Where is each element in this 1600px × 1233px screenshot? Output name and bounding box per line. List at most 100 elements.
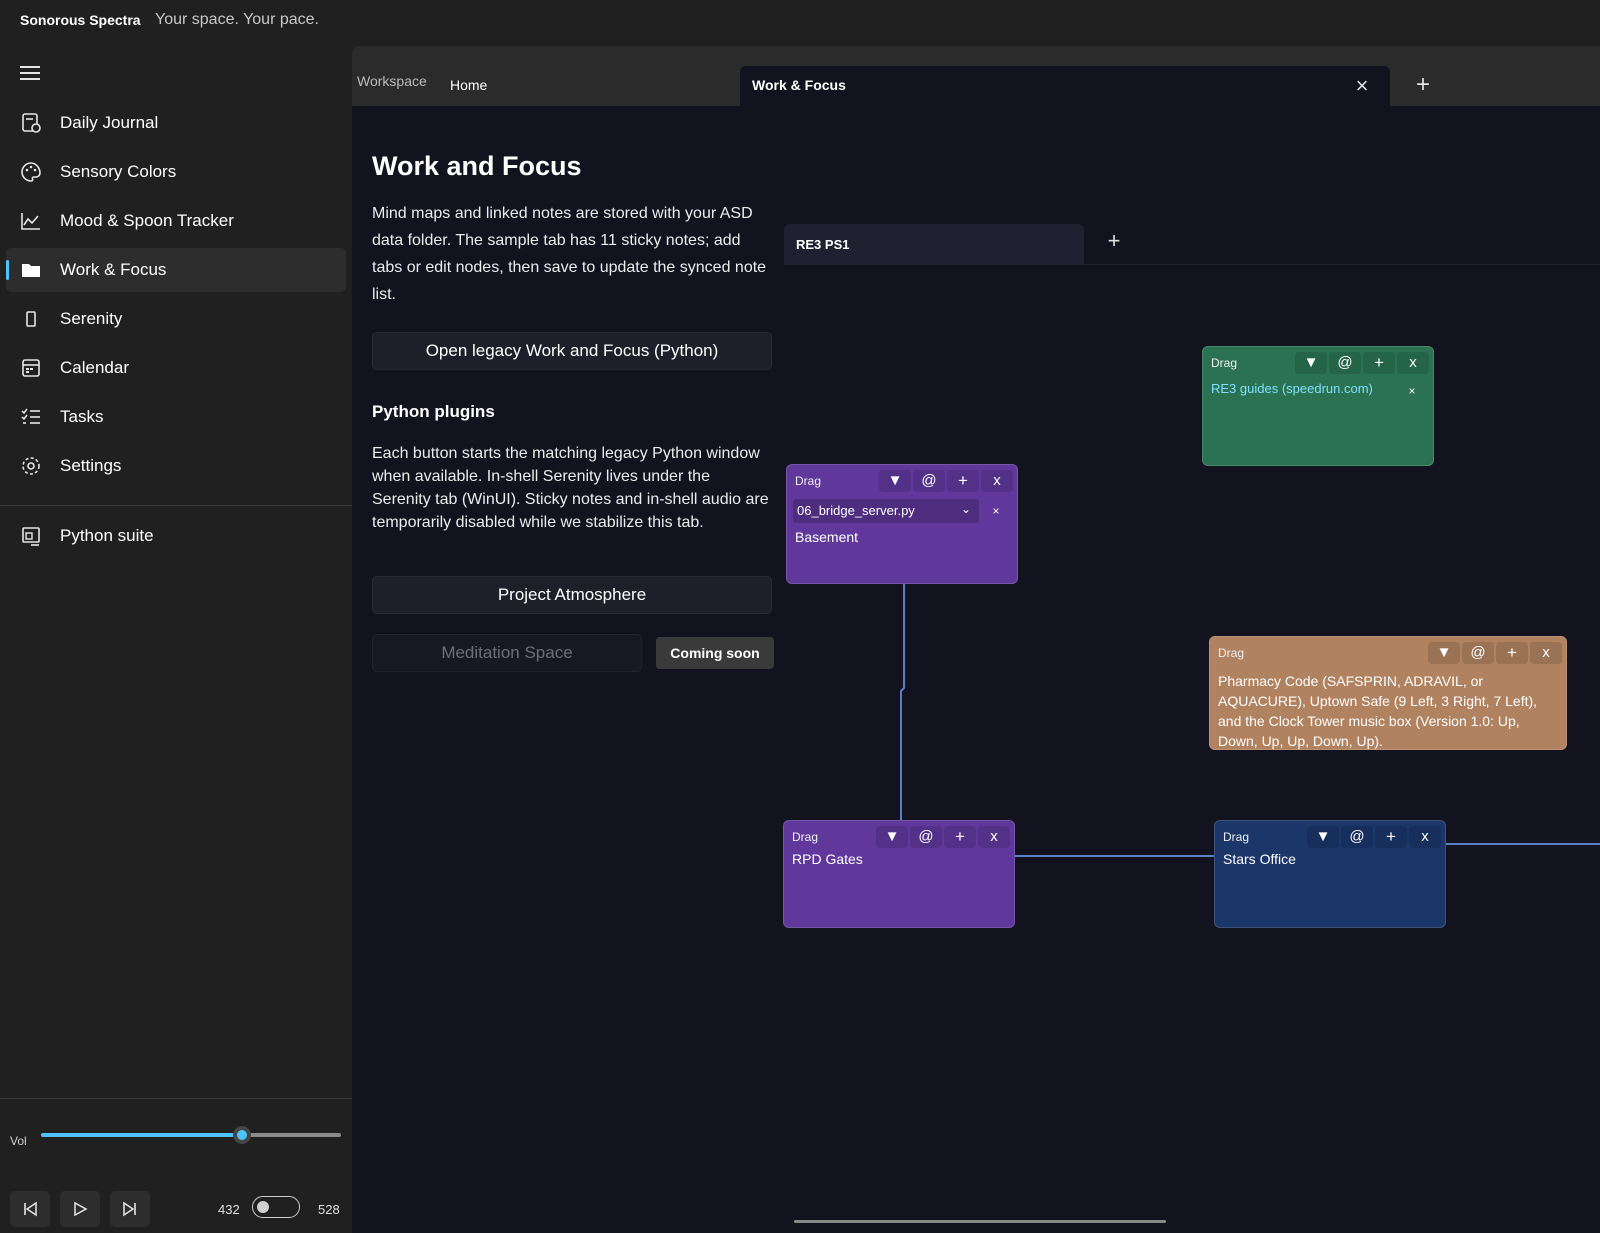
file-select[interactable]: 06_bridge_server.py ⌄ <box>793 499 979 523</box>
sidebar-item-settings[interactable]: Settings <box>6 444 346 488</box>
note-text[interactable]: Stars Office <box>1223 851 1296 867</box>
frequency-right-value: 528 <box>318 1202 340 1217</box>
hamburger-menu-icon[interactable] <box>20 66 40 82</box>
horizontal-scrollbar[interactable] <box>794 1220 1166 1223</box>
sidebar-item-tasks[interactable]: Tasks <box>6 395 346 439</box>
mindmap-tab-re3[interactable]: RE3 PS1 <box>784 224 1084 264</box>
add-map-tab-icon[interactable]: + <box>1104 230 1124 252</box>
sidebar-item-daily-journal[interactable]: Daily Journal <box>6 101 346 145</box>
coming-soon-badge: Coming soon <box>656 637 774 669</box>
collapse-icon[interactable]: ▼ <box>879 470 911 492</box>
delete-note-icon[interactable]: x <box>1397 352 1429 374</box>
app-name: Sonorous Spectra <box>20 12 141 28</box>
delete-note-icon[interactable]: x <box>1530 642 1562 664</box>
note-header[interactable]: Drag ▼ @ + x <box>1203 347 1433 377</box>
drag-handle[interactable]: Drag <box>795 474 821 488</box>
link-icon[interactable]: @ <box>1329 352 1361 374</box>
sidebar-item-calendar[interactable]: Calendar <box>6 346 346 390</box>
sidebar-divider <box>0 505 352 506</box>
add-child-icon[interactable]: + <box>944 826 976 848</box>
add-child-icon[interactable]: + <box>947 470 979 492</box>
link-icon[interactable]: @ <box>913 470 945 492</box>
tasks-icon <box>21 408 40 424</box>
sidebar: Daily Journal Sensory Colors Mood & Spoo… <box>0 44 352 1233</box>
sticky-note-guides[interactable]: Drag ▼ @ + x RE3 guides (speedrun.com) × <box>1202 346 1434 466</box>
sidebar-item-sensory-colors[interactable]: Sensory Colors <box>6 150 346 194</box>
sidebar-item-python-suite[interactable]: Python suite <box>6 514 346 558</box>
mindmap-tab-divider <box>784 264 1600 265</box>
delete-note-icon[interactable]: x <box>1409 826 1441 848</box>
connector-basement-gates <box>900 584 905 820</box>
note-text[interactable]: Basement <box>795 529 858 545</box>
link-icon[interactable]: @ <box>1341 826 1373 848</box>
phone-icon <box>26 311 36 327</box>
collapse-icon[interactable]: ▼ <box>1295 352 1327 374</box>
frequency-toggle[interactable] <box>252 1196 300 1218</box>
link-icon[interactable]: @ <box>910 826 942 848</box>
sidebar-item-work-focus[interactable]: Work & Focus <box>6 248 346 292</box>
sticky-note-stars-office[interactable]: Drag ▼ @ + x Stars Office <box>1214 820 1446 928</box>
collapse-icon[interactable]: ▼ <box>1428 642 1460 664</box>
open-legacy-button[interactable]: Open legacy Work and Focus (Python) <box>372 332 772 370</box>
collapse-icon[interactable]: ▼ <box>876 826 908 848</box>
workspace-tab-strip: Workspace Home Work & Focus × + <box>352 46 1600 106</box>
plugins-heading: Python plugins <box>372 402 495 421</box>
gear-icon <box>22 457 40 475</box>
frequency-left-value: 432 <box>218 1202 240 1217</box>
skip-forward-icon <box>123 1201 136 1217</box>
drag-handle[interactable]: Drag <box>792 830 818 844</box>
plugins-description: Each button starts the matching legacy P… <box>372 445 769 531</box>
sidebar-item-mood-spoon-tracker[interactable]: Mood & Spoon Tracker <box>6 199 346 243</box>
sticky-note-codes[interactable]: Drag ▼ @ + x Pharmacy Code (SAFSPRIN, AD… <box>1209 636 1567 750</box>
sticky-note-rpd-gates[interactable]: Drag ▼ @ + x RPD Gates <box>783 820 1015 928</box>
workspace-label: Workspace <box>357 73 427 89</box>
add-child-icon[interactable]: + <box>1363 352 1395 374</box>
close-tab-icon[interactable]: × <box>1352 75 1372 97</box>
main-content: Work and Focus Mind maps and linked note… <box>352 106 1600 1233</box>
remove-file-icon[interactable]: × <box>985 500 1007 522</box>
remove-link-icon[interactable]: × <box>1401 380 1423 402</box>
play-icon <box>74 1201 88 1217</box>
note-header[interactable]: Drag ▼ @ + x <box>1215 821 1445 851</box>
python-suite-icon <box>22 527 40 546</box>
page-title: Work and Focus <box>372 151 582 181</box>
sidebar-item-serenity[interactable]: Serenity <box>6 297 346 341</box>
drag-handle[interactable]: Drag <box>1211 356 1237 370</box>
folder-icon <box>22 264 40 277</box>
volume-slider-thumb[interactable] <box>233 1126 251 1144</box>
previous-track-button[interactable] <box>10 1191 50 1227</box>
add-tab-icon[interactable]: + <box>1412 73 1434 97</box>
chevron-down-icon: ⌄ <box>960 502 971 516</box>
next-track-button[interactable] <box>110 1191 150 1227</box>
note-header[interactable]: Drag ▼ @ + x <box>784 821 1014 851</box>
meditation-space-button: Meditation Space <box>372 634 642 672</box>
skip-back-icon <box>24 1201 37 1217</box>
chart-icon <box>21 213 40 230</box>
sidebar-footer-divider <box>0 1098 352 1099</box>
volume-slider[interactable] <box>41 1126 341 1144</box>
app-tagline: Your space. Your pace. <box>155 11 319 28</box>
play-button[interactable] <box>60 1191 100 1227</box>
journal-icon <box>22 113 41 133</box>
tab-work-focus[interactable]: Work & Focus <box>740 66 1390 106</box>
page-description: Mind maps and linked notes are stored wi… <box>372 205 767 303</box>
collapse-icon[interactable]: ▼ <box>1307 826 1339 848</box>
note-link[interactable]: RE3 guides (speedrun.com) <box>1211 381 1373 396</box>
delete-note-icon[interactable]: x <box>981 470 1013 492</box>
note-text[interactable]: Pharmacy Code (SAFSPRIN, ADRAVIL, or AQU… <box>1218 671 1560 751</box>
add-child-icon[interactable]: + <box>1375 826 1407 848</box>
palette-icon <box>21 162 41 182</box>
volume-label: Vol <box>10 1134 27 1148</box>
tab-home[interactable]: Home <box>450 66 730 106</box>
delete-note-icon[interactable]: x <box>978 826 1010 848</box>
add-child-icon[interactable]: + <box>1496 642 1528 664</box>
project-atmosphere-button[interactable]: Project Atmosphere <box>372 576 772 614</box>
sticky-note-basement[interactable]: Drag ▼ @ + x 06_bridge_server.py ⌄ × Bas… <box>786 464 1018 584</box>
calendar-icon <box>22 359 40 377</box>
note-header[interactable]: Drag ▼ @ + x <box>787 465 1017 495</box>
drag-handle[interactable]: Drag <box>1218 646 1244 660</box>
note-header[interactable]: Drag ▼ @ + x <box>1210 637 1566 667</box>
note-text[interactable]: RPD Gates <box>792 851 863 867</box>
drag-handle[interactable]: Drag <box>1223 830 1249 844</box>
link-icon[interactable]: @ <box>1462 642 1494 664</box>
